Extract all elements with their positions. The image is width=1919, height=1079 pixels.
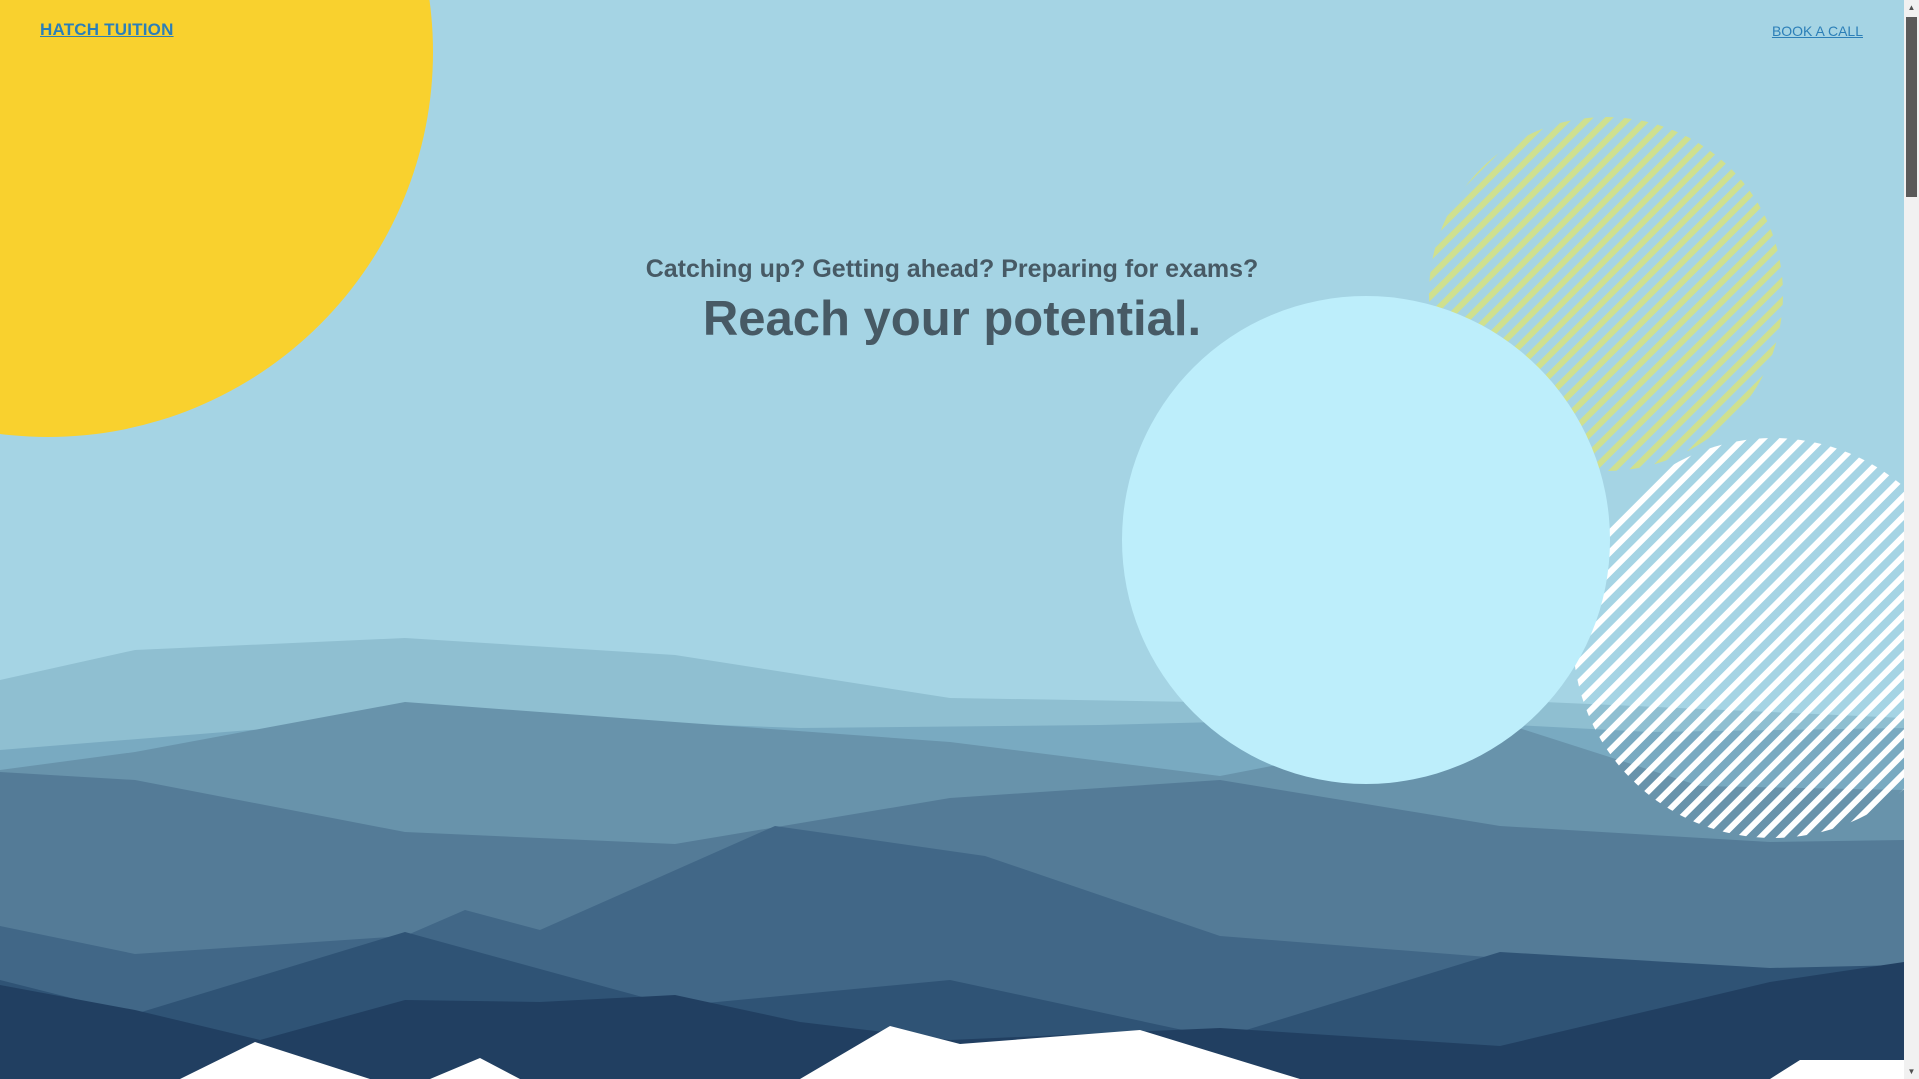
scrollbar-thumb[interactable]	[1906, 17, 1917, 197]
scroll-down-arrow-icon[interactable]: ▼	[1904, 1064, 1919, 1079]
hero-headline: Reach your potential.	[702, 292, 1202, 346]
vertical-scrollbar[interactable]: ▲ ▼	[1904, 0, 1919, 1079]
background-illustration	[0, 0, 1904, 1079]
scroll-up-arrow-icon[interactable]: ▲	[1904, 0, 1919, 15]
hero-kicker: Catching up? Getting ahead? Preparing fo…	[645, 255, 1259, 283]
light-blue-circle	[1122, 296, 1610, 784]
logo-link[interactable]: HATCH TUITION	[40, 20, 174, 40]
page: HATCH TUITION BOOK A CALL Catching up? G…	[0, 0, 1919, 1079]
hero-section: Catching up? Getting ahead? Preparing fo…	[0, 252, 1904, 348]
book-a-call-link[interactable]: BOOK A CALL	[1772, 23, 1863, 39]
sun-shape	[0, 0, 433, 437]
